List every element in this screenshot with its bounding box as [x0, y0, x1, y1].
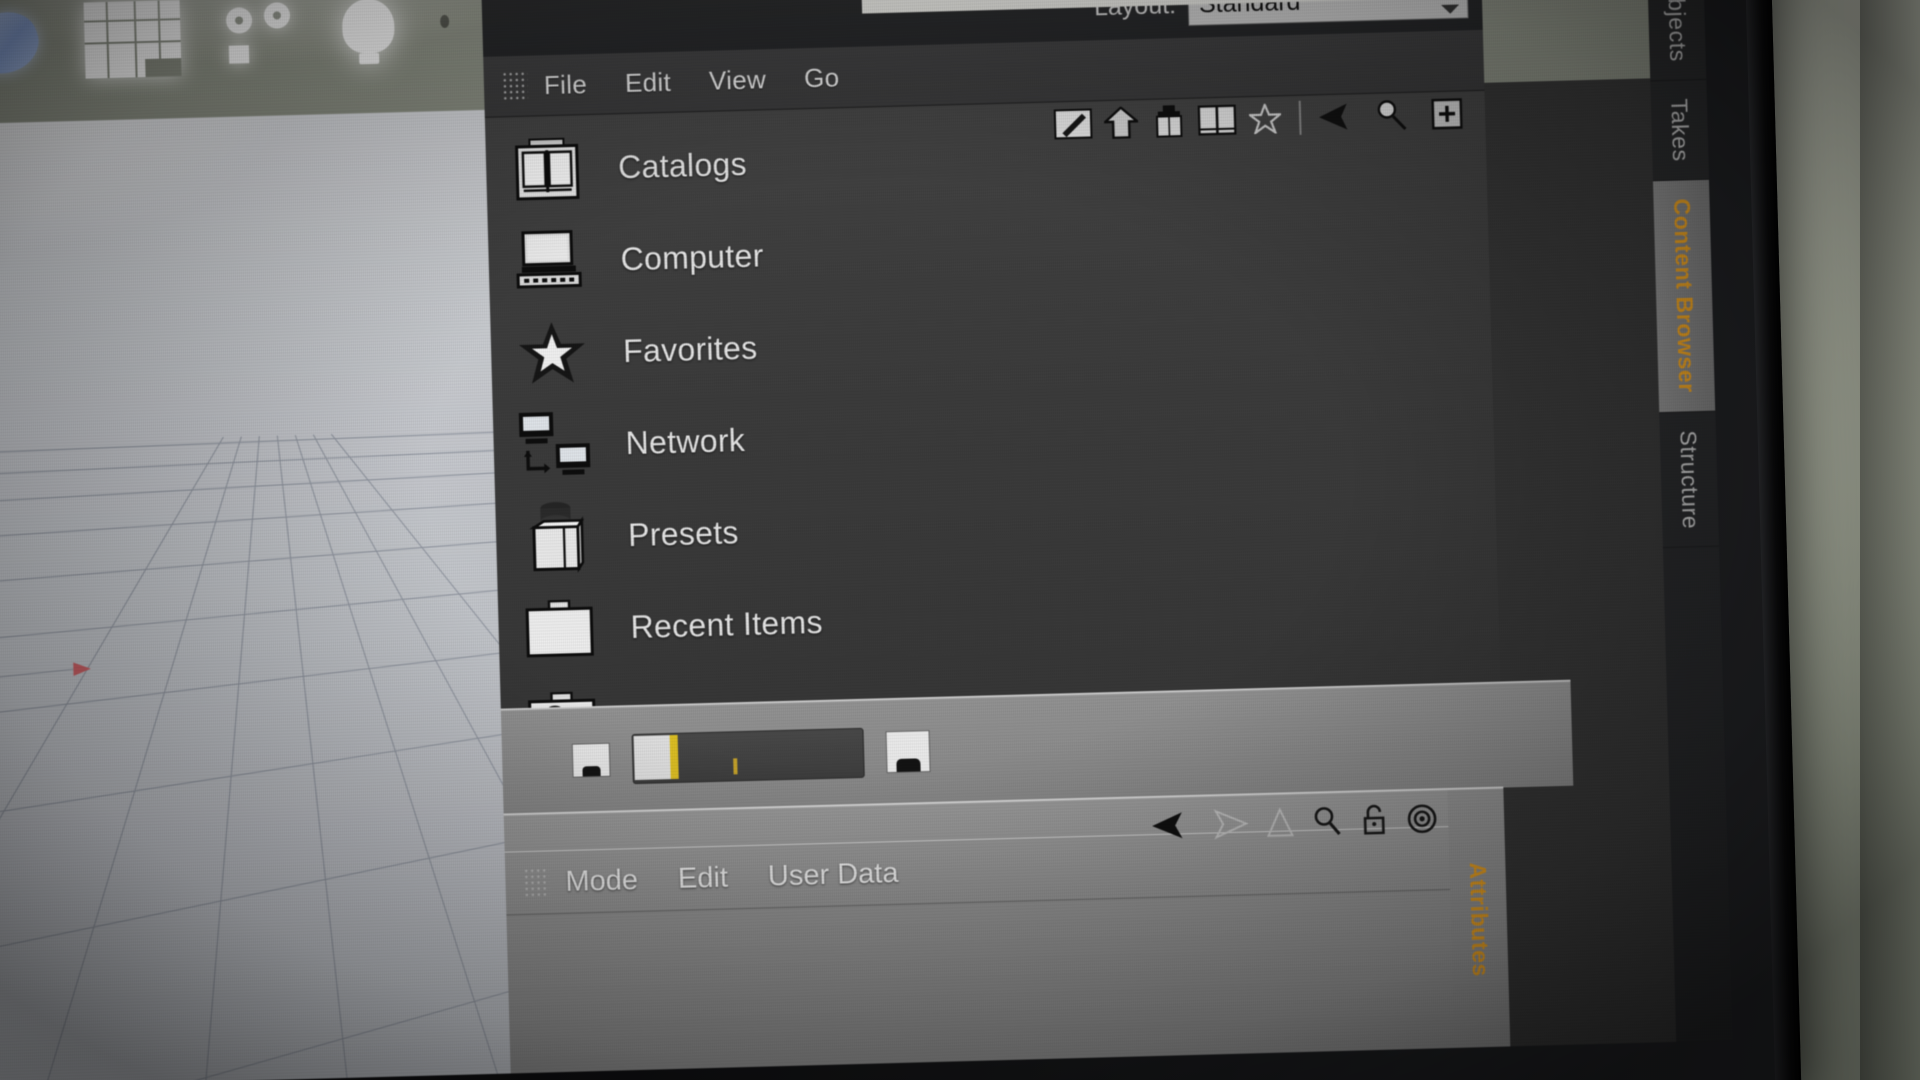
forward-arrow-icon[interactable]: [1208, 808, 1249, 844]
list-item-label: Favorites: [622, 329, 758, 369]
attribute-manager-rail[interactable]: Attributes: [1447, 788, 1511, 1050]
grip-dots-icon[interactable]: [523, 867, 550, 899]
chevron-down-icon[interactable]: [1441, 4, 1460, 14]
star-icon: [514, 315, 590, 391]
cb-menu-edit[interactable]: Edit: [625, 66, 672, 98]
list-item-label: Catalogs: [617, 145, 748, 185]
network-icon: [517, 407, 593, 483]
cb-menu-file[interactable]: File: [544, 69, 588, 101]
vtab-takes[interactable]: Takes: [1650, 80, 1709, 182]
grip-dots-icon[interactable]: [501, 70, 529, 102]
cb-menu-go[interactable]: Go: [804, 62, 840, 94]
list-item-label: Recent Items: [630, 603, 824, 645]
large-thumbnail-icon[interactable]: [885, 730, 931, 774]
attribute-manager-menubar[interactable]: Mode Edit User Data: [504, 800, 1507, 916]
recent-items-case-icon: [522, 591, 598, 667]
wall-shadow: [1860, 0, 1920, 1080]
attr-menu-edit[interactable]: Edit: [678, 861, 729, 895]
viewport-glare: [0, 109, 511, 1080]
photo-of-monitor: Pipeline Plugins Script Window Help: [0, 0, 1920, 1080]
lock-icon[interactable]: [1360, 804, 1389, 842]
vtab-content-browser[interactable]: Content Browser: [1652, 180, 1716, 413]
content-browser-panel: Layout: Standard File Edit View Go Catal…: [481, 0, 1574, 815]
perspective-viewport[interactable]: [0, 109, 511, 1080]
search-icon[interactable]: [1312, 805, 1343, 843]
screen-content: Pipeline Plugins Script Window Help: [0, 0, 1733, 1080]
target-icon[interactable]: [1406, 802, 1439, 840]
catalog-book-icon: [509, 131, 585, 207]
layout-select[interactable]: Standard: [1187, 0, 1469, 26]
vtab-attributes[interactable]: Attributes: [1449, 843, 1509, 995]
back-arrow-icon[interactable]: [1150, 810, 1191, 846]
slider-tick: [733, 758, 738, 775]
list-item-label: Network: [625, 421, 746, 461]
attr-menu-mode[interactable]: Mode: [565, 864, 638, 899]
up-arrow-icon[interactable]: [1266, 807, 1295, 843]
list-item-label: Computer: [620, 236, 764, 277]
slider-handle[interactable]: [633, 735, 671, 781]
attribute-manager-panel: Mode Edit User Data Attributes: [503, 786, 1511, 1076]
computer-icon: [512, 223, 588, 299]
cb-menu-view[interactable]: View: [709, 64, 767, 97]
attribute-manager-toolbar[interactable]: [1150, 800, 1489, 848]
list-item-label: Presets: [627, 513, 740, 553]
attr-menu-user-data[interactable]: User Data: [767, 856, 898, 893]
presets-jar-icon: [519, 499, 595, 575]
small-thumbnail-icon[interactable]: [571, 742, 611, 778]
thumbnail-size-slider[interactable]: [631, 727, 865, 785]
vtab-objects[interactable]: Objects: [1647, 0, 1707, 82]
vtab-structure[interactable]: Structure: [1659, 411, 1719, 549]
content-browser-list[interactable]: Catalogs Computer Favorites Network Pres…: [485, 98, 1502, 769]
